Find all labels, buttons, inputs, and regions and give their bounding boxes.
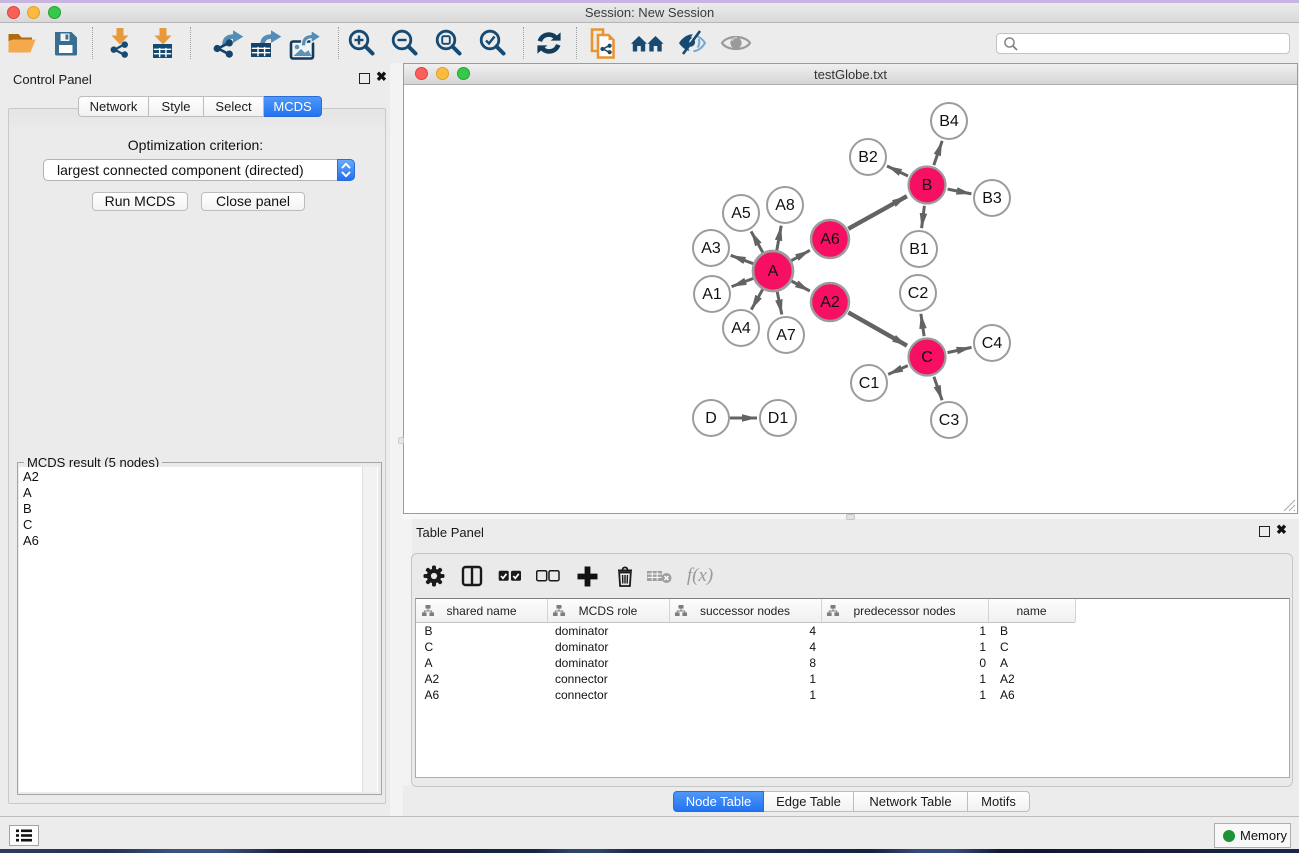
svg-text:B3: B3 (982, 190, 1002, 207)
svg-text:A7: A7 (776, 327, 796, 344)
svg-text:A8: A8 (775, 197, 795, 214)
svg-text:D: D (705, 410, 717, 427)
svg-text:D1: D1 (768, 410, 789, 427)
svg-text:A4: A4 (731, 320, 751, 337)
svg-text:A5: A5 (731, 205, 751, 222)
svg-text:C4: C4 (982, 335, 1003, 352)
svg-text:A: A (768, 263, 779, 280)
svg-text:B4: B4 (939, 113, 959, 130)
svg-text:A2: A2 (820, 294, 840, 311)
svg-text:A3: A3 (701, 240, 721, 257)
svg-text:C1: C1 (859, 375, 880, 392)
svg-text:A6: A6 (820, 231, 840, 248)
svg-text:A1: A1 (702, 286, 722, 303)
svg-text:B: B (922, 177, 933, 194)
svg-text:B1: B1 (909, 241, 929, 258)
svg-text:B2: B2 (858, 149, 878, 166)
svg-text:C3: C3 (939, 412, 960, 429)
svg-text:C: C (921, 349, 933, 366)
svg-text:C2: C2 (908, 285, 929, 302)
